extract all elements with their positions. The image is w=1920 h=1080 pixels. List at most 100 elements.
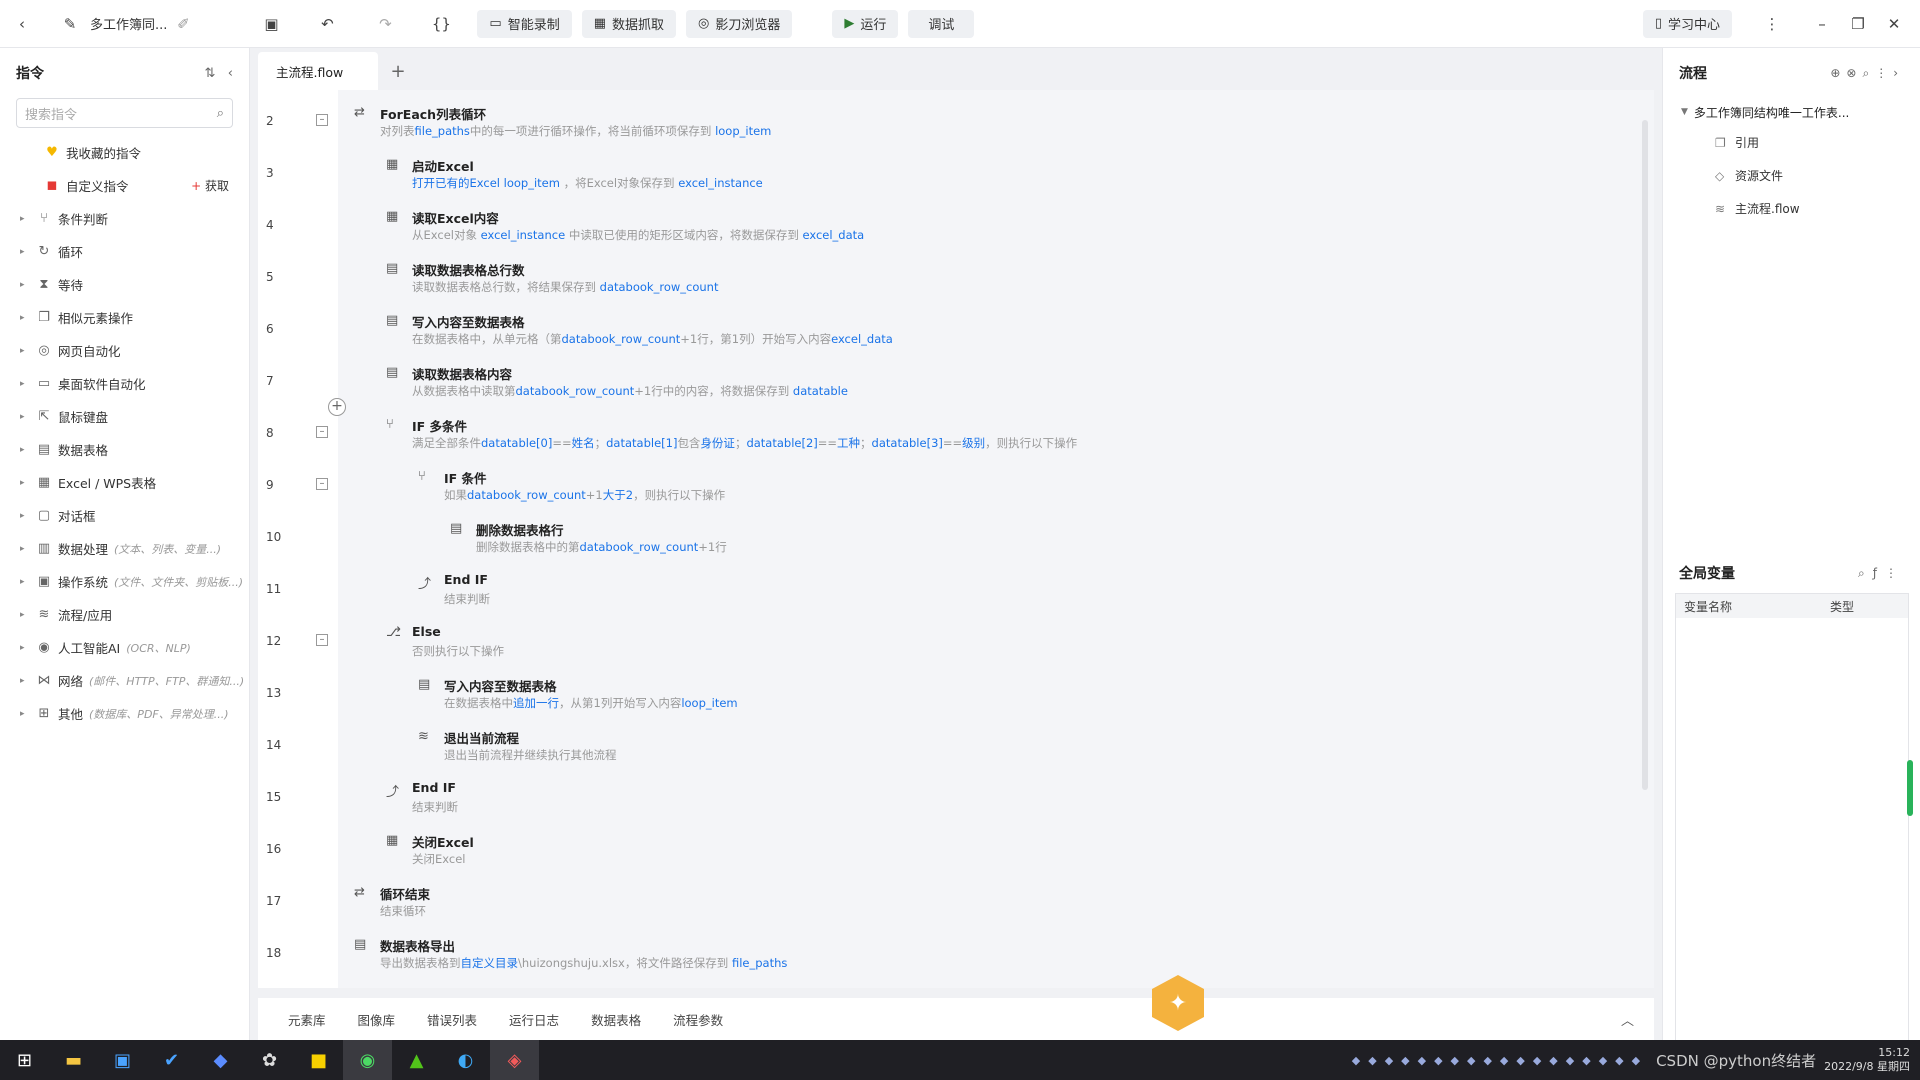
flow-step[interactable]: ▤ 读取数据表格内容 从数据表格中读取第databook_row_count+1行中… <box>338 360 1628 412</box>
editor-scrollbar[interactable] <box>1642 120 1648 790</box>
command-item[interactable]: ▸ ▥ 数据处理 (文本、列表、变量...) <box>0 532 249 565</box>
variable-more-icon[interactable]: ⋮ <box>1885 566 1905 580</box>
command-item[interactable]: ▸ ▣ 操作系统 (文件、文件夹、剪贴板...) <box>0 565 249 598</box>
tab-bar: 主流程.flow + <box>258 48 1654 90</box>
save-icon[interactable]: ▣ <box>255 10 287 38</box>
command-item[interactable]: ♥ 我收藏的指令 <box>0 136 249 169</box>
store-icon[interactable]: ▣ <box>98 1040 147 1080</box>
command-item[interactable]: ▸ ▢ 对话框 <box>0 499 249 532</box>
edge-icon[interactable]: ◐ <box>441 1040 490 1080</box>
collapse-right-icon[interactable]: › <box>1893 66 1904 80</box>
fold-toggle-icon[interactable]: – <box>316 426 328 438</box>
evernote-icon[interactable]: ▲ <box>392 1040 441 1080</box>
bottom-tab[interactable]: 数据表格 <box>591 1010 641 1029</box>
settings-app-icon[interactable]: ✿ <box>245 1040 294 1080</box>
flow-step[interactable]: ▤ 写入内容至数据表格 在数据表格中追加一行，从第1列开始写入内容loop_item <box>338 672 1628 724</box>
bottom-tab[interactable]: 图像库 <box>358 1010 396 1029</box>
flow-step[interactable]: ▤ 删除数据表格行 删除数据表格中的第databook_row_count+1行 <box>338 516 1628 568</box>
restore-icon[interactable]: ❐ <box>1842 10 1874 38</box>
new-flow-icon[interactable]: ⊕ <box>1830 66 1846 80</box>
flow-tree-item[interactable]: ◇ 资源文件 <box>1663 159 1920 192</box>
edit-title-icon[interactable]: ✐ <box>167 10 199 38</box>
command-item[interactable]: ▸ ⧗ 等待 <box>0 268 249 301</box>
flow-step[interactable]: ▦ 读取Excel内容 从Excel对象 excel_instance 中读取已使用… <box>338 204 1628 256</box>
function-icon[interactable]: ƒ <box>1873 566 1885 580</box>
data-capture-button[interactable]: ▦ 数据抓取 <box>581 9 677 38</box>
run-button[interactable]: ▶ 运行 <box>832 9 899 38</box>
get-command-button[interactable]: + 获取 <box>191 177 229 194</box>
flow-search-icon[interactable]: ⌕ <box>1862 66 1875 80</box>
todo-icon[interactable]: ✔ <box>147 1040 196 1080</box>
redo-icon[interactable]: ↷ <box>369 10 401 38</box>
flow-tree-item[interactable]: ❐ 引用 <box>1663 126 1920 159</box>
add-tab-icon[interactable]: + <box>378 52 418 90</box>
bottom-tab[interactable]: 错误列表 <box>427 1010 477 1029</box>
code-view-icon[interactable]: {} <box>425 10 457 38</box>
smart-record-button[interactable]: ▭ 智能录制 <box>477 9 572 38</box>
command-item[interactable]: ▸ ↻ 循环 <box>0 235 249 268</box>
clock[interactable]: 15:12 2022/9/8 星期四 <box>1824 1046 1910 1074</box>
flow-step[interactable]: ⇄ 循环结束 结束循环 <box>338 880 1628 932</box>
command-item[interactable]: ▸ ▭ 桌面软件自动化 <box>0 367 249 400</box>
command-item[interactable]: ▸ ❐ 相似元素操作 <box>0 301 249 334</box>
fold-toggle-icon[interactable]: – <box>316 478 328 490</box>
browser-button[interactable]: ◎ 影刀浏览器 <box>686 9 793 38</box>
flow-step[interactable]: ⎇ Else 否则执行以下操作 <box>338 620 1628 672</box>
minimize-icon[interactable]: – <box>1806 10 1838 38</box>
undo-icon[interactable]: ↶ <box>311 10 343 38</box>
flow-more-icon[interactable]: ⋮ <box>1875 66 1893 80</box>
flow-step[interactable]: ▦ 启动Excel 打开已有的Excel loop_item ，将Excel对象保存… <box>338 152 1628 204</box>
project-title[interactable]: 多工作簿同... <box>90 10 167 38</box>
step-title: End IF <box>412 780 456 795</box>
close-icon[interactable]: ✕ <box>1878 10 1910 38</box>
flow-step[interactable]: ⤴ End IF 结束判断 <box>338 568 1628 620</box>
flow-step[interactable]: ▦ 关闭Excel 关闭Excel <box>338 828 1628 880</box>
fold-toggle-icon[interactable]: – <box>316 114 328 126</box>
command-item[interactable]: ▸ ≋ 流程/应用 <box>0 598 249 631</box>
tray-icons[interactable]: ◆◆◆◆◆◆◆◆◆◆◆◆◆◆◆◆◆◆ <box>1352 1054 1648 1067</box>
flow-step[interactable]: ⑂ IF 条件 如果databook_row_count+1大于2，则执行以下操作 <box>338 464 1628 516</box>
debug-button[interactable]: 调试 <box>908 9 975 38</box>
side-scroll-indicator[interactable] <box>1907 760 1913 816</box>
collapse-panel-icon[interactable]: ‹ <box>228 66 233 81</box>
flow-step[interactable]: ⇄ ForEach列表循环 对列表file_paths中的每一项进行循环操作，将当前… <box>338 100 1628 152</box>
command-search-input[interactable]: 搜索指令 ⌕ <box>16 98 233 128</box>
sort-icon[interactable]: ⇅ <box>204 66 215 81</box>
flow-step[interactable]: ▤ 读取数据表格总行数 读取数据表格总行数，将结果保存到 databook_row_… <box>338 256 1628 308</box>
flow-step[interactable]: ▤ 数据表格导出 导出数据表格到自定义目录\huizongshuju.xlsx，将文… <box>338 932 1628 984</box>
add-step-icon[interactable]: + <box>328 398 346 416</box>
fold-toggle-icon[interactable]: – <box>316 634 328 646</box>
flow-tree-item[interactable]: ≋ 主流程.flow <box>1663 192 1920 225</box>
flow-step[interactable]: ▤ 写入内容至数据表格 在数据表格中，从单元格（第databook_row_coun… <box>338 308 1628 360</box>
more-menu-icon[interactable]: ⋮ <box>1756 10 1788 38</box>
flow-step[interactable]: ⤴ End IF 结束判断 <box>338 776 1628 828</box>
chevron-up-icon[interactable]: ︿ <box>1621 1010 1634 1029</box>
variable-search-icon[interactable]: ⌕ <box>1858 566 1873 580</box>
command-item[interactable]: ▸ ⊞ 其他 (数据库、PDF、异常处理...) <box>0 697 249 730</box>
command-item[interactable]: ▸ ⇱ 鼠标键盘 <box>0 400 249 433</box>
bottom-tab[interactable]: 运行日志 <box>509 1010 559 1029</box>
command-item[interactable]: ▸ ▦ Excel / WPS表格 <box>0 466 249 499</box>
feishu-icon[interactable]: ◆ <box>196 1040 245 1080</box>
sticky-notes-icon[interactable]: ■ <box>294 1040 343 1080</box>
command-item[interactable]: ▸ ◎ 网页自动化 <box>0 334 249 367</box>
command-item[interactable]: ▸ ▤ 数据表格 <box>0 433 249 466</box>
step-description: 对列表file_paths中的每一项进行循环操作，将当前循环项保存到 loop_… <box>380 124 772 138</box>
wechat-icon[interactable]: ◉ <box>343 1040 392 1080</box>
back-icon[interactable]: ‹ <box>6 10 38 38</box>
flow-step[interactable]: ⑂ IF 多条件 满足全部条件datatable[0]==姓名；datatable[… <box>338 412 1628 464</box>
command-item[interactable]: ◼ 自定义指令 + 获取 <box>0 169 249 202</box>
command-item[interactable]: ▸ ⋈ 网络 (邮件、HTTP、FTP、群通知...) <box>0 664 249 697</box>
tab-main-flow[interactable]: 主流程.flow <box>258 52 378 90</box>
learn-center-button[interactable]: ▯ 学习中心 <box>1642 9 1732 38</box>
yingdao-icon[interactable]: ◈ <box>490 1040 539 1080</box>
bottom-tab[interactable]: 元素库 <box>288 1010 326 1029</box>
flow-step[interactable]: ≋ 退出当前流程 退出当前流程并继续执行其他流程 <box>338 724 1628 776</box>
flow-tree-root[interactable]: ▼ 多工作簿同结构唯一工作表... <box>1663 98 1920 126</box>
command-item[interactable]: ▸ ⑂ 条件判断 <box>0 202 249 235</box>
windows-start-icon[interactable]: ⊞ <box>0 1040 49 1080</box>
bottom-tab[interactable]: 流程参数 <box>673 1010 723 1029</box>
new-subflow-icon[interactable]: ⊗ <box>1846 66 1862 80</box>
file-explorer-icon[interactable]: ▬ <box>49 1040 98 1080</box>
command-item[interactable]: ▸ ◉ 人工智能AI (OCR、NLP) <box>0 631 249 664</box>
